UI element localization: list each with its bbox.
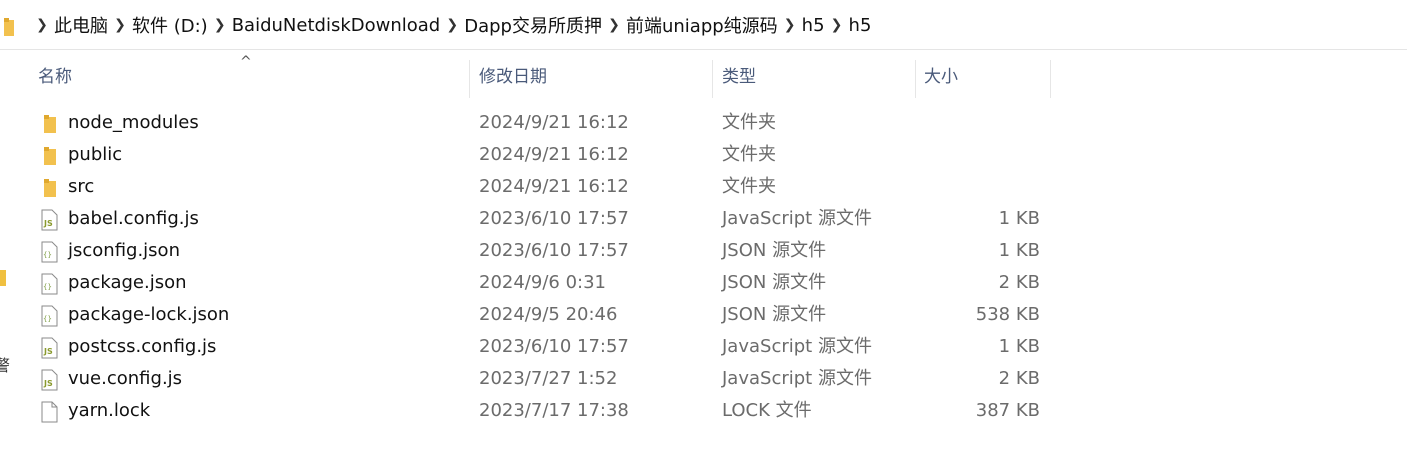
column-header-date[interactable]: 修改日期 (479, 66, 547, 100)
file-type: JSON 源文件 (722, 240, 827, 261)
file-date: 2023/7/17 17:38 (479, 400, 629, 421)
nav-item-label: 警 (0, 356, 11, 375)
file-size: 1 KB (998, 208, 1040, 229)
list-item[interactable]: public 2024/9/21 16:12 文件夹 (24, 139, 1054, 171)
list-item[interactable]: yarn.lock 2023/7/17 17:38 LOCK 文件 387 KB (24, 395, 1054, 427)
chevron-right-icon[interactable]: ❯ (784, 17, 796, 33)
chevron-right-icon[interactable]: ❯ (831, 17, 843, 33)
file-date: 2023/6/10 17:57 (479, 208, 629, 229)
json-file-icon: {} (41, 305, 58, 327)
chevron-right-icon[interactable]: ❯ (36, 17, 48, 33)
column-header-type[interactable]: 类型 (722, 66, 756, 100)
column-divider[interactable] (469, 60, 470, 98)
file-name[interactable]: public (68, 139, 122, 171)
chevron-right-icon[interactable]: ❯ (114, 17, 126, 33)
column-header-size[interactable]: 大小 (924, 66, 958, 100)
file-size: 538 KB (975, 304, 1040, 325)
file-name[interactable]: postcss.config.js (68, 331, 216, 363)
breadcrumb-item-this-pc[interactable]: 此电脑 (54, 12, 108, 38)
svg-text:JS: JS (43, 379, 53, 388)
list-item[interactable]: JS vue.config.js 2023/7/27 1:52 JavaScri… (24, 363, 1054, 395)
json-file-icon: {} (41, 273, 58, 295)
file-date: 2024/9/21 16:12 (479, 112, 629, 133)
list-item[interactable]: {} package.json 2024/9/6 0:31 JSON 源文件 2… (24, 267, 1054, 299)
column-divider[interactable] (915, 60, 916, 98)
file-size: 2 KB (998, 272, 1040, 293)
column-divider[interactable] (1050, 60, 1051, 98)
file-size: 1 KB (998, 240, 1040, 261)
file-type: JSON 源文件 (722, 304, 827, 325)
file-name[interactable]: package.json (68, 267, 187, 299)
list-item[interactable]: {} jsconfig.json 2023/6/10 17:57 JSON 源文… (24, 235, 1054, 267)
file-date: 2024/9/21 16:12 (479, 176, 629, 197)
file-list: node_modules 2024/9/21 16:12 文件夹 public … (24, 107, 1054, 427)
file-date: 2024/9/21 16:12 (479, 144, 629, 165)
svg-text:JS: JS (43, 347, 53, 356)
folder-icon (4, 18, 14, 36)
json-file-icon: {} (41, 241, 58, 263)
svg-text:{}: {} (43, 315, 52, 323)
chevron-right-icon[interactable]: ❯ (446, 17, 458, 33)
list-item[interactable]: JS postcss.config.js 2023/6/10 17:57 Jav… (24, 331, 1054, 363)
file-size: 1 KB (998, 336, 1040, 357)
file-date: 2023/6/10 17:57 (479, 336, 629, 357)
svg-text:{}: {} (43, 283, 52, 291)
breadcrumb-item-dapp[interactable]: Dapp交易所质押 (464, 12, 602, 38)
folder-icon (0, 270, 6, 286)
folder-icon (44, 147, 56, 165)
breadcrumb-item-h5-current[interactable]: h5 (849, 15, 872, 36)
file-size: 2 KB (998, 368, 1040, 389)
column-header-name[interactable]: 名称 (38, 66, 72, 100)
file-type: 文件夹 (722, 144, 776, 165)
breadcrumb-item-h5[interactable]: h5 (802, 15, 825, 36)
file-type: JavaScript 源文件 (722, 336, 872, 357)
generic-file-icon (41, 401, 58, 423)
breadcrumb-item-baidunetdisk[interactable]: BaiduNetdiskDownload (232, 15, 441, 36)
file-name[interactable]: package-lock.json (68, 299, 229, 331)
breadcrumb-item-drive-d[interactable]: 软件 (D:) (132, 12, 208, 38)
file-type: LOCK 文件 (722, 400, 812, 421)
breadcrumb: ❯ 此电脑 ❯ 软件 (D:) ❯ BaiduNetdiskDownload ❯… (30, 0, 871, 50)
svg-text:{}: {} (43, 251, 52, 259)
file-name[interactable]: src (68, 171, 94, 203)
chevron-right-icon[interactable]: ❯ (608, 17, 620, 33)
js-file-icon: JS (41, 369, 58, 391)
list-item[interactable]: node_modules 2024/9/21 16:12 文件夹 (24, 107, 1054, 139)
navigation-pane[interactable]: 警 (0, 50, 11, 474)
list-item[interactable]: JS babel.config.js 2023/6/10 17:57 JavaS… (24, 203, 1054, 235)
file-date: 2024/9/5 20:46 (479, 304, 618, 325)
js-file-icon: JS (41, 337, 58, 359)
svg-text:JS: JS (43, 219, 53, 228)
file-date: 2024/9/6 0:31 (479, 272, 606, 293)
file-type: JavaScript 源文件 (722, 208, 872, 229)
file-size: 387 KB (975, 400, 1040, 421)
file-date: 2023/6/10 17:57 (479, 240, 629, 261)
folder-icon (44, 179, 56, 197)
file-date: 2023/7/27 1:52 (479, 368, 618, 389)
folder-icon (44, 115, 56, 133)
file-type: 文件夹 (722, 112, 776, 133)
file-name[interactable]: vue.config.js (68, 363, 182, 395)
file-type: JSON 源文件 (722, 272, 827, 293)
file-name[interactable]: babel.config.js (68, 203, 199, 235)
file-type: JavaScript 源文件 (722, 368, 872, 389)
column-header-row: 名称 修改日期 类型 大小 (24, 54, 1054, 100)
js-file-icon: JS (41, 209, 58, 231)
address-bar[interactable]: ❯ 此电脑 ❯ 软件 (D:) ❯ BaiduNetdiskDownload ❯… (0, 0, 1407, 50)
file-name[interactable]: node_modules (68, 107, 199, 139)
file-name[interactable]: yarn.lock (68, 395, 150, 427)
file-type: 文件夹 (722, 176, 776, 197)
breadcrumb-item-frontend-source[interactable]: 前端uniapp纯源码 (626, 12, 778, 38)
list-item[interactable]: {} package-lock.json 2024/9/5 20:46 JSON… (24, 299, 1054, 331)
column-divider[interactable] (712, 60, 713, 98)
chevron-right-icon[interactable]: ❯ (214, 17, 226, 33)
file-name[interactable]: jsconfig.json (68, 235, 180, 267)
list-item[interactable]: src 2024/9/21 16:12 文件夹 (24, 171, 1054, 203)
